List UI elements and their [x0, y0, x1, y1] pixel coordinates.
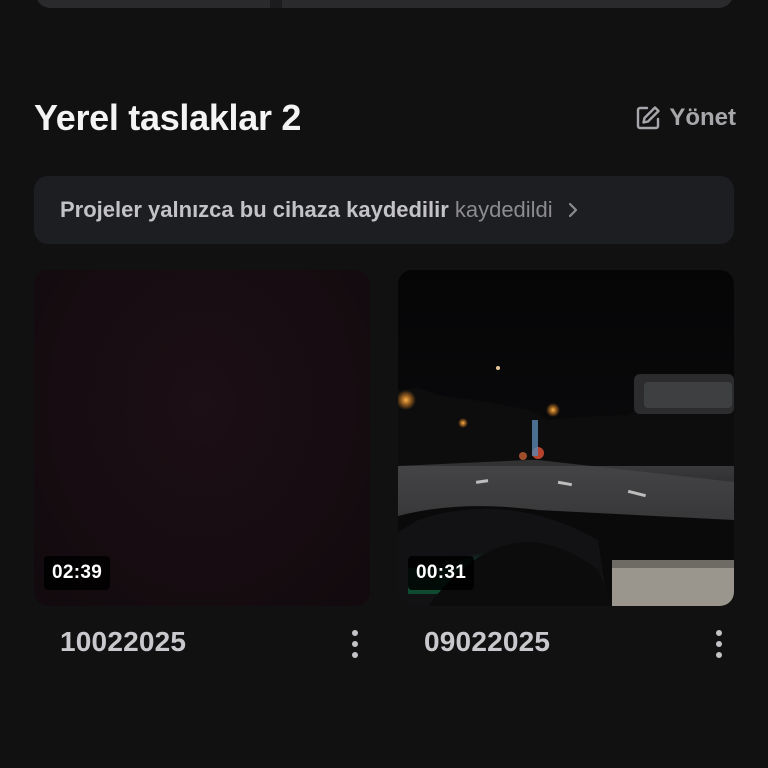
storage-notice-bar[interactable]: Projeler yalnızca bu cihaza kaydedilir k…: [34, 176, 734, 244]
notice-text: Projeler yalnızca bu cihaza kaydedilir: [60, 197, 449, 222]
draft-card: 00:31 09022025: [398, 270, 734, 666]
top-segmented-bar[interactable]: [36, 0, 733, 8]
local-drafts-screen: Yerel taslaklar 2 Yönet Projeler yalnızc…: [0, 0, 768, 768]
duration-badge: 00:31: [408, 556, 475, 590]
duration-badge: 02:39: [44, 556, 111, 590]
section-header: Yerel taslaklar 2 Yönet: [34, 94, 736, 142]
notice-status: kaydedildi: [454, 197, 553, 222]
more-vertical-icon[interactable]: [704, 624, 734, 664]
draft-name: 09022025: [424, 626, 551, 657]
edit-square-icon: [635, 105, 661, 131]
section-title: Yerel taslaklar 2: [34, 97, 302, 138]
more-vertical-icon[interactable]: [340, 624, 370, 664]
manage-button[interactable]: Yönet: [635, 104, 736, 132]
manage-label: Yönet: [669, 104, 736, 131]
draft-name: 10022025: [60, 626, 187, 657]
segment-divider: [270, 0, 282, 8]
draft-card: 02:39 10022025: [34, 270, 370, 666]
chevron-right-icon: [567, 201, 579, 219]
draft-thumbnail[interactable]: 00:31: [398, 270, 734, 606]
draft-thumbnail[interactable]: 02:39: [34, 270, 370, 606]
